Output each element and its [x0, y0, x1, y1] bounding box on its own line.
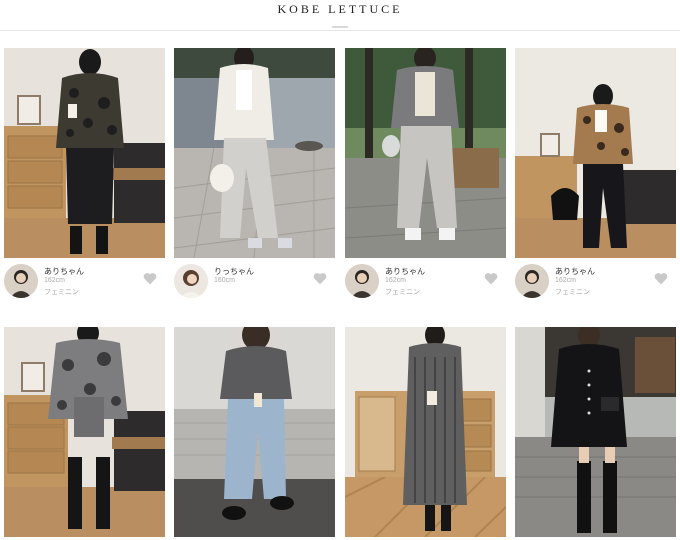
- avatar[interactable]: [174, 264, 208, 298]
- outfit-photo[interactable]: [174, 327, 335, 537]
- coordinate-card[interactable]: ありちゃん 162cm フェミニン: [345, 48, 506, 300]
- user-height: 162cm: [44, 277, 66, 284]
- user-name[interactable]: ありちゃん: [385, 266, 425, 277]
- coordinate-card[interactable]: ありちゃん 162cm フェミニン: [515, 48, 676, 300]
- user-height: 162cm: [555, 277, 577, 284]
- user-height: 160cm: [214, 277, 236, 284]
- style-tag[interactable]: フェミニン: [44, 287, 79, 297]
- outfit-photo[interactable]: [515, 48, 676, 258]
- user-name[interactable]: りっちゃん: [214, 266, 254, 277]
- style-tag[interactable]: フェミニン: [555, 287, 590, 297]
- outfit-photo[interactable]: [174, 48, 335, 258]
- heart-icon[interactable]: [313, 272, 327, 285]
- card-meta: ありちゃん 162cm フェミニン: [345, 258, 506, 300]
- coordinate-card[interactable]: [4, 327, 165, 537]
- heart-icon[interactable]: [143, 272, 157, 285]
- outfit-photo[interactable]: [4, 327, 165, 537]
- avatar[interactable]: [345, 264, 379, 298]
- user-name[interactable]: ありちゃん: [555, 266, 595, 277]
- coordinate-card[interactable]: [345, 327, 506, 537]
- user-height: 162cm: [385, 277, 407, 284]
- outfit-photo[interactable]: [345, 48, 506, 258]
- card-meta: ありちゃん 162cm フェミニン: [515, 258, 676, 300]
- card-meta: ありちゃん 162cm フェミニン: [4, 258, 165, 300]
- style-tag[interactable]: フェミニン: [385, 287, 420, 297]
- outfit-photo[interactable]: [345, 327, 506, 537]
- coordinate-card[interactable]: [515, 327, 676, 537]
- header-divider: [332, 26, 348, 28]
- card-meta: りっちゃん 160cm: [174, 258, 335, 300]
- brand-logo[interactable]: KOBE LETTUCE: [0, 2, 680, 17]
- heart-icon[interactable]: [484, 272, 498, 285]
- coordinate-card[interactable]: ありちゃん 162cm フェミニン: [4, 48, 165, 300]
- site-header: KOBE LETTUCE: [0, 0, 680, 31]
- coordinate-card[interactable]: [174, 327, 335, 537]
- avatar[interactable]: [4, 264, 38, 298]
- heart-icon[interactable]: [654, 272, 668, 285]
- outfit-photo[interactable]: [4, 48, 165, 258]
- coordinate-card[interactable]: りっちゃん 160cm: [174, 48, 335, 300]
- avatar[interactable]: [515, 264, 549, 298]
- user-name[interactable]: ありちゃん: [44, 266, 84, 277]
- outfit-photo[interactable]: [515, 327, 676, 537]
